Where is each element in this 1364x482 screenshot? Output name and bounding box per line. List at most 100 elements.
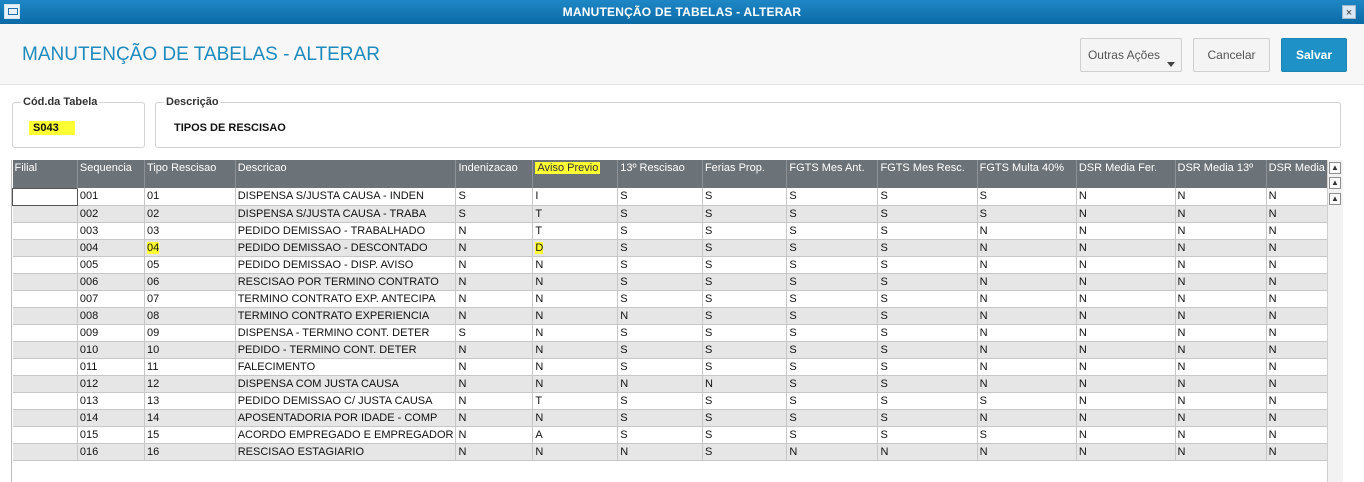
column-header[interactable]: DSR Media	[1266, 160, 1328, 188]
table-cell[interactable]: 09	[144, 324, 236, 342]
table-cell[interactable]: TERMINO CONTRATO EXPERIENCIA	[235, 307, 457, 325]
table-cell[interactable]: S	[877, 188, 978, 206]
table-cell[interactable]: 001	[77, 188, 146, 206]
table-cell[interactable]: N	[1076, 307, 1176, 325]
table-cell[interactable]: N	[1076, 358, 1176, 376]
table-cell[interactable]: S	[702, 324, 788, 342]
table-cell[interactable]: S	[617, 341, 703, 359]
table-cell[interactable]: N	[977, 239, 1077, 257]
table-cell[interactable]: N	[1266, 273, 1328, 291]
column-header[interactable]: Filial	[12, 160, 78, 188]
table-cell[interactable]: N	[617, 443, 703, 461]
filial-cell[interactable]	[12, 341, 78, 359]
filial-cell[interactable]	[12, 187, 78, 206]
table-cell[interactable]: S	[877, 307, 978, 325]
table-cell[interactable]: DISPENSA - TERMINO CONT. DETER	[235, 324, 457, 342]
table-cell[interactable]: S	[786, 222, 879, 240]
table-cell[interactable]: N	[1266, 341, 1328, 359]
table-cell[interactable]: N	[455, 443, 534, 461]
table-row[interactable]: 011 11 FALECIMENTO N N S S S S N N N N	[12, 358, 1328, 376]
table-cell[interactable]: PEDIDO DEMISSAO - DESCONTADO	[235, 239, 457, 257]
table-cell[interactable]: S	[617, 392, 703, 410]
table-row[interactable]: 013 13 PEDIDO DEMISSAO C/ JUSTA CAUSA N T S S S…	[12, 392, 1328, 410]
table-cell[interactable]: S	[786, 341, 879, 359]
save-button[interactable]: Salvar	[1281, 38, 1347, 72]
table-cell[interactable]: 13	[144, 392, 236, 410]
table-cell[interactable]: 011	[77, 358, 146, 376]
table-cell[interactable]: PEDIDO - TERMINO CONT. DETER	[235, 341, 457, 359]
table-cell[interactable]: S	[617, 205, 703, 223]
scroll-up-icon[interactable]: ▲	[1329, 193, 1341, 205]
table-cell[interactable]: N	[1266, 426, 1328, 444]
table-cell[interactable]: N	[455, 409, 534, 427]
table-cell[interactable]: S	[702, 290, 788, 308]
table-cell[interactable]: N	[617, 307, 703, 325]
table-cell[interactable]: PEDIDO DEMISSAO C/ JUSTA CAUSA	[235, 392, 457, 410]
column-header[interactable]: Tipo Rescisao	[144, 160, 236, 188]
table-cell[interactable]: S	[877, 273, 978, 291]
table-cell[interactable]: 07	[144, 290, 236, 308]
vertical-scrollbar[interactable]: ▲ ▲ ▲	[1327, 160, 1343, 482]
table-cell[interactable]: N	[1266, 188, 1328, 206]
table-cell[interactable]: S	[977, 392, 1077, 410]
table-cell[interactable]: N	[1175, 375, 1267, 393]
table-cell[interactable]: N	[1175, 409, 1267, 427]
table-cell[interactable]: 016	[77, 443, 146, 461]
table-cell[interactable]: S	[455, 324, 534, 342]
table-cell[interactable]: A	[532, 426, 619, 444]
filial-cell[interactable]	[12, 222, 78, 240]
table-cell[interactable]: N	[455, 426, 534, 444]
table-cell[interactable]: 013	[77, 392, 146, 410]
table-cell[interactable]: S	[877, 222, 978, 240]
table-cell[interactable]: N	[1076, 341, 1176, 359]
table-cell[interactable]: S	[455, 205, 534, 223]
table-cell[interactable]: TERMINO CONTRATO EXP. ANTECIPA	[235, 290, 457, 308]
table-cell[interactable]: 12	[144, 375, 236, 393]
table-cell[interactable]: N	[977, 341, 1077, 359]
table-cell[interactable]: N	[1076, 188, 1176, 206]
table-cell[interactable]: 010	[77, 341, 146, 359]
table-cell[interactable]: N	[1076, 443, 1176, 461]
table-cell[interactable]: S	[786, 205, 879, 223]
table-row[interactable]: 016 16 RESCISAO ESTAGIARIO N N N S N N N N N N	[12, 443, 1328, 461]
filial-cell[interactable]	[12, 358, 78, 376]
table-cell[interactable]: 01	[144, 188, 236, 206]
table-cell[interactable]: N	[1266, 205, 1328, 223]
table-cell[interactable]: N	[1266, 443, 1328, 461]
table-cell[interactable]: N	[1076, 375, 1176, 393]
table-cell[interactable]: S	[786, 256, 879, 274]
close-icon[interactable]: ×	[1342, 5, 1356, 19]
table-cell[interactable]: PEDIDO DEMISSAO - DISP. AVISO	[235, 256, 457, 274]
table-cell[interactable]: S	[786, 324, 879, 342]
table-cell[interactable]: N	[455, 239, 534, 257]
table-cell[interactable]: S	[617, 222, 703, 240]
table-cell[interactable]: N	[977, 375, 1077, 393]
table-cell[interactable]: S	[702, 426, 788, 444]
table-cell[interactable]: S	[877, 375, 978, 393]
table-cell[interactable]: N	[977, 290, 1077, 308]
table-row[interactable]: 004 04 PEDIDO DEMISSAO - DESCONTADO N D S S S S N…	[12, 239, 1328, 257]
table-row[interactable]: 007 07 TERMINO CONTRATO EXP. ANTECIPA N N S S S…	[12, 290, 1328, 308]
table-row[interactable]: 012 12 DISPENSA COM JUSTA CAUSA N N N N S S N N N N	[12, 375, 1328, 393]
table-row[interactable]: 008 08 TERMINO CONTRATO EXPERIENCIA N N N S S S N…	[12, 307, 1328, 325]
table-cell[interactable]: S	[617, 409, 703, 427]
table-cell[interactable]: 012	[77, 375, 146, 393]
table-cell[interactable]: N	[532, 375, 619, 393]
table-cell[interactable]: S	[977, 205, 1077, 223]
other-actions-button[interactable]: Outras Ações	[1080, 38, 1182, 72]
table-cell[interactable]: N	[977, 409, 1077, 427]
column-header[interactable]: Ferias Prop.	[702, 160, 788, 188]
table-cell[interactable]: N	[532, 256, 619, 274]
table-row[interactable]: 009 09 DISPENSA - TERMINO CONT. DETER S N S S S…	[12, 324, 1328, 342]
table-cell[interactable]: N	[702, 375, 788, 393]
table-cell[interactable]: S	[877, 426, 978, 444]
table-cell[interactable]: PEDIDO DEMISSAO - TRABALHADO	[235, 222, 457, 240]
table-cell[interactable]: N	[1266, 222, 1328, 240]
table-row[interactable]: 001 01 DISPENSA S/JUSTA CAUSA - INDEN S I S S S…	[12, 187, 1328, 206]
table-cell[interactable]: S	[786, 392, 879, 410]
table-cell[interactable]: N	[1266, 324, 1328, 342]
table-cell[interactable]: S	[877, 409, 978, 427]
table-cell[interactable]: N	[1266, 358, 1328, 376]
table-cell[interactable]: 03	[144, 222, 236, 240]
table-cell[interactable]: S	[786, 239, 879, 257]
